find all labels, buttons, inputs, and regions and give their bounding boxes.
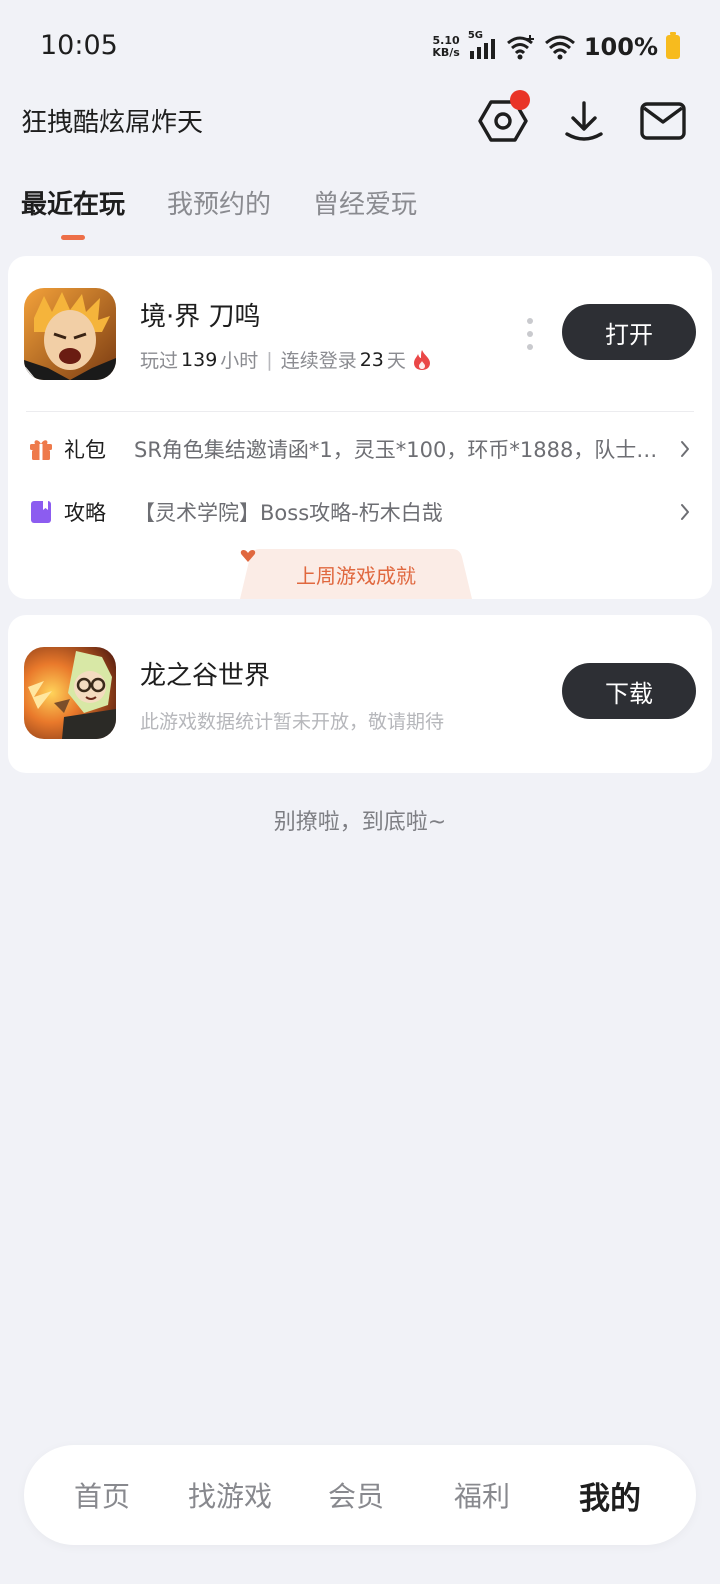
stats-separator: | — [266, 348, 273, 371]
battery-percent: 100% — [583, 33, 658, 61]
download-game-button[interactable]: 下载 — [562, 663, 696, 719]
game-row[interactable]: 境·界 刀鸣 玩过 139 小时 | 连续登录 23 天 打开 — [24, 288, 696, 380]
network-speed-unit: KB/s — [432, 46, 460, 59]
more-dot — [527, 318, 533, 324]
open-game-button[interactable]: 打开 — [562, 304, 696, 360]
game-card: 境·界 刀鸣 玩过 139 小时 | 连续登录 23 天 打开 礼包 SR角色集… — [8, 256, 712, 599]
tab-label: 最近在玩 — [21, 190, 126, 220]
header: 狂拽酷炫屌炸天 — [0, 90, 720, 146]
game-stats-unavailable: 此游戏数据统计暂未开放，敬请期待 — [140, 711, 445, 733]
cellular-signal-icon: 5G — [467, 30, 498, 61]
tab-recently-played[interactable]: 最近在玩 — [21, 184, 126, 240]
card-divider — [26, 411, 694, 412]
guide-label: 攻略 — [64, 501, 106, 525]
login-streak-label: 连续登录 — [280, 350, 357, 372]
wifi-icon — [544, 33, 576, 61]
tab-bar: 最近在玩 我预约的 曾经爱玩 — [21, 184, 417, 240]
weekly-achievement-toggle[interactable]: 上周游戏成就 — [240, 549, 472, 599]
game-icon-image[interactable] — [24, 288, 116, 380]
download-button[interactable] — [559, 96, 609, 146]
status-bar: 10:05 5.10 KB/s 5G 100% — [0, 0, 720, 96]
network-speed: 5.10 KB/s — [432, 35, 459, 59]
notification-dot — [510, 90, 530, 110]
username[interactable]: 狂拽酷炫屌炸天 — [21, 102, 203, 139]
nav-benefits[interactable]: 福利 — [434, 1445, 530, 1545]
game-card: 龙之谷世界 此游戏数据统计暂未开放，敬请期待 下载 — [8, 615, 712, 773]
gift-contents: SR角色集结邀请函*1，灵玉*100，环币*1888，队士… — [134, 438, 658, 462]
gift-label: 礼包 — [64, 438, 106, 462]
guide-book-icon — [28, 499, 54, 525]
play-time-label: 玩过 — [140, 350, 179, 372]
game-icon-image[interactable] — [24, 647, 116, 739]
login-streak-days: 23 — [359, 348, 384, 371]
game-title[interactable]: 龙之谷世界 — [140, 655, 270, 692]
chevron-right-icon — [678, 502, 692, 522]
more-dot — [527, 331, 533, 337]
gift-pack-row[interactable]: 礼包 SR角色集结邀请函*1，灵玉*100，环币*1888，队士… — [28, 429, 692, 469]
status-time: 10:05 — [40, 30, 118, 61]
fire-icon — [413, 349, 430, 370]
bottom-navigation: 首页 找游戏 会员 福利 我的 — [24, 1445, 696, 1545]
guide-title: 【灵术学院】Boss攻略-朽木白哉 — [134, 501, 443, 525]
nav-mine[interactable]: 我的 — [558, 1445, 662, 1545]
play-hours: 139 — [181, 348, 218, 371]
nav-find-games[interactable]: 找游戏 — [174, 1445, 286, 1545]
mail-button[interactable] — [638, 96, 688, 146]
tab-label: 我预约的 — [167, 190, 272, 220]
end-of-list-text: 别撩啦，到底啦~ — [273, 810, 447, 835]
nav-home[interactable]: 首页 — [54, 1445, 150, 1545]
more-options-button[interactable] — [526, 318, 534, 350]
achievement-label: 上周游戏成就 — [296, 563, 416, 588]
game-row[interactable]: 龙之谷世界 此游戏数据统计暂未开放，敬请期待 下载 — [24, 647, 696, 739]
status-right: 5.10 KB/s 5G 100% — [432, 30, 680, 62]
achievement-label-wrap: 上周游戏成就 — [240, 549, 472, 599]
gift-icon — [28, 436, 54, 462]
tab-label: 曾经爱玩 — [313, 190, 418, 220]
play-hours-unit: 小时 — [220, 350, 259, 372]
nav-membership[interactable]: 会员 — [308, 1445, 404, 1545]
wifi-calling-icon — [506, 33, 536, 61]
game-title[interactable]: 境·界 刀鸣 — [140, 296, 261, 333]
login-streak-unit: 天 — [386, 350, 406, 372]
network-type-label: 5G — [467, 30, 484, 41]
tab-once-loved[interactable]: 曾经爱玩 — [313, 184, 417, 235]
game-play-stats: 玩过 139 小时 | 连续登录 23 天 — [140, 346, 432, 373]
download-icon — [565, 101, 603, 141]
chevron-right-icon — [678, 439, 692, 459]
tab-active-indicator — [61, 235, 85, 240]
tab-reserved[interactable]: 我预约的 — [167, 184, 271, 235]
more-dot — [527, 344, 533, 350]
battery-icon — [666, 32, 680, 59]
strategy-guide-row[interactable]: 攻略 【灵术学院】Boss攻略-朽木白哉 — [28, 492, 692, 532]
mail-icon — [640, 102, 686, 140]
heart-dropdown-icon — [240, 550, 256, 562]
settings-button[interactable] — [478, 90, 530, 146]
